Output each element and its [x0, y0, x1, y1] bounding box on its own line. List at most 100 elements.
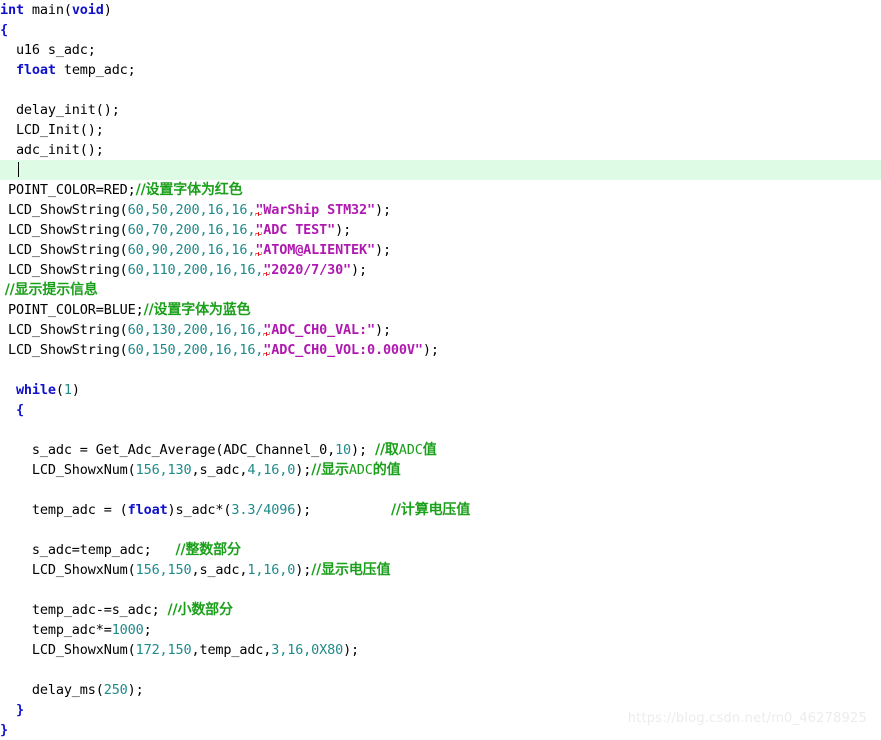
comment-set-font-blue: //设置字体为蓝色: [143, 302, 251, 318]
code-line: LCD_ShowxNum(172,150,temp_adc,3,16,0X80)…: [0, 640, 881, 660]
statement-end: );: [374, 242, 391, 258]
voltage-scale-expression: 3.3/4096: [231, 502, 296, 518]
code-line: LCD_ShowString(60,90,200,16,16,"ATOM@ALI…: [0, 240, 881, 260]
code-line: u16 s_adc;: [0, 40, 881, 60]
call-lcd-showstring: LCD_ShowString(: [0, 322, 128, 338]
statement-end: );: [295, 562, 312, 578]
keyword-int: int: [0, 2, 24, 18]
code-line: delay_ms(250);: [0, 680, 881, 700]
current-line-highlight[interactable]: [0, 160, 881, 180]
brace-close-while: }: [0, 702, 24, 718]
brace-open-main: {: [0, 22, 8, 38]
code-line: }: [0, 720, 881, 740]
code-line: {: [0, 20, 881, 40]
string-literal: "ATOM@ALIENTEK": [255, 242, 375, 258]
error-squiggle-icon: [263, 264, 271, 277]
function-name-main: main(: [23, 2, 72, 18]
statement-end: );: [343, 642, 360, 658]
statement-end: );: [374, 322, 391, 338]
statement-end: ;: [143, 622, 152, 638]
args-numeric: 60,70,200,16,16,: [127, 222, 256, 238]
error-squiggle-icon: [255, 244, 263, 257]
code-line: float temp_adc;: [0, 60, 881, 80]
cast-tail: )s_adc*(: [167, 502, 232, 518]
brace-close-main: }: [0, 722, 8, 738]
comment-adc-token: ADC: [348, 462, 373, 478]
code-line: while(1): [0, 380, 881, 400]
call-lcd-showxnum: LCD_ShowxNum(: [0, 562, 136, 578]
code-line: LCD_ShowString(60,70,200,16,16,"ADC TEST…: [0, 220, 881, 240]
arg-variable: ,temp_adc,: [191, 642, 272, 658]
statement-end: );: [422, 342, 439, 358]
error-squiggle-icon: [263, 324, 271, 337]
args-numeric: 60,110,200,16,16,: [127, 262, 264, 278]
error-squiggle-icon: [255, 204, 263, 217]
declaration-s-adc: u16 s_adc;: [0, 42, 96, 58]
statement-end: );: [351, 442, 375, 458]
statement-end: );: [351, 262, 368, 278]
comment-get-adc-value-suffix: 值: [422, 442, 437, 458]
code-line: LCD_ShowString(60,130,200,16,16,"ADC_CH0…: [0, 320, 881, 340]
assign-s-adc-integer: s_adc=temp_adc;: [0, 542, 176, 558]
arg-variable: ,s_adc,: [191, 562, 248, 578]
assign-temp-adc: temp_adc = (: [0, 502, 128, 518]
paren-close: ): [71, 382, 80, 398]
args-position: 172,150: [135, 642, 192, 658]
comment-set-font-red: //设置字体为红色: [135, 182, 243, 198]
code-line: delay_init();: [0, 100, 881, 120]
call-delay-ms: delay_ms(: [0, 682, 104, 698]
call-delay-init: delay_init();: [0, 102, 120, 118]
code-line: adc_init();: [0, 140, 881, 160]
args-position: 156,130: [135, 462, 192, 478]
error-squiggle-icon: [263, 344, 271, 357]
code-line: LCD_ShowxNum(156,130,s_adc,4,16,0);//显示A…: [0, 460, 881, 480]
comment-show-adc-prefix: //显示: [311, 462, 349, 478]
code-line: POINT_COLOR=BLUE;//设置字体为蓝色: [0, 300, 881, 320]
args-numeric: 60,150,200,16,16,: [127, 342, 264, 358]
declaration-temp-adc: temp_adc;: [55, 62, 136, 78]
comment-show-hint-info: //显示提示信息: [0, 282, 98, 298]
code-line: LCD_Init();: [0, 120, 881, 140]
arg-variable: ,s_adc,: [191, 462, 248, 478]
args-format: 3,16,0X80: [271, 642, 344, 658]
keyword-float-cast: float: [127, 502, 168, 518]
args-numeric: 60,130,200,16,16,: [127, 322, 264, 338]
text-caret: [18, 162, 19, 177]
code-line: int main(void): [0, 0, 881, 20]
error-squiggle-icon: [255, 224, 263, 237]
comment-decimal-part: //小数部分: [167, 602, 233, 618]
assign-temp-adc-scale: temp_adc*=: [0, 622, 112, 638]
code-editor[interactable]: int main(void) { u16 s_adc; float temp_a…: [0, 0, 881, 740]
code-line: {: [0, 400, 881, 420]
code-line: LCD_ShowString(60,50,200,16,16,"WarShip …: [0, 200, 881, 220]
args-format: 4,16,0: [247, 462, 296, 478]
code-line: temp_adc-=s_adc; //小数部分: [0, 600, 881, 620]
statement-end: );: [127, 682, 144, 698]
code-line: LCD_ShowxNum(156,150,s_adc,1,16,0);//显示电…: [0, 560, 881, 580]
code-line: POINT_COLOR=RED;//设置字体为红色: [0, 180, 881, 200]
paren-close: ): [103, 2, 112, 18]
string-literal: "WarShip STM32": [255, 202, 375, 218]
assign-point-color-red: POINT_COLOR=RED;: [0, 182, 136, 198]
literal-1000: 1000: [111, 622, 144, 638]
statement-end: );: [295, 462, 312, 478]
code-line: s_adc=temp_adc; //整数部分: [0, 540, 881, 560]
statement-end: );: [374, 202, 391, 218]
comment-calc-voltage: //计算电压值: [390, 502, 471, 518]
call-lcd-showstring: LCD_ShowString(: [0, 342, 128, 358]
args-numeric: 60,90,200,16,16,: [127, 242, 256, 258]
call-adc-init: adc_init();: [0, 142, 104, 158]
call-lcd-showxnum: LCD_ShowxNum(: [0, 642, 136, 658]
assign-temp-adc-fraction: temp_adc-=s_adc;: [0, 602, 168, 618]
args-format: 1,16,0: [247, 562, 296, 578]
comment-show-adc-suffix: 的值: [372, 462, 401, 478]
code-line: LCD_ShowString(60,150,200,16,16,"ADC_CH0…: [0, 340, 881, 360]
code-line: temp_adc*=1000;: [0, 620, 881, 640]
string-literal: "ADC_CH0_VAL:": [263, 322, 375, 338]
literal-one: 1: [63, 382, 72, 398]
args-numeric: 60,50,200,16,16,: [127, 202, 256, 218]
